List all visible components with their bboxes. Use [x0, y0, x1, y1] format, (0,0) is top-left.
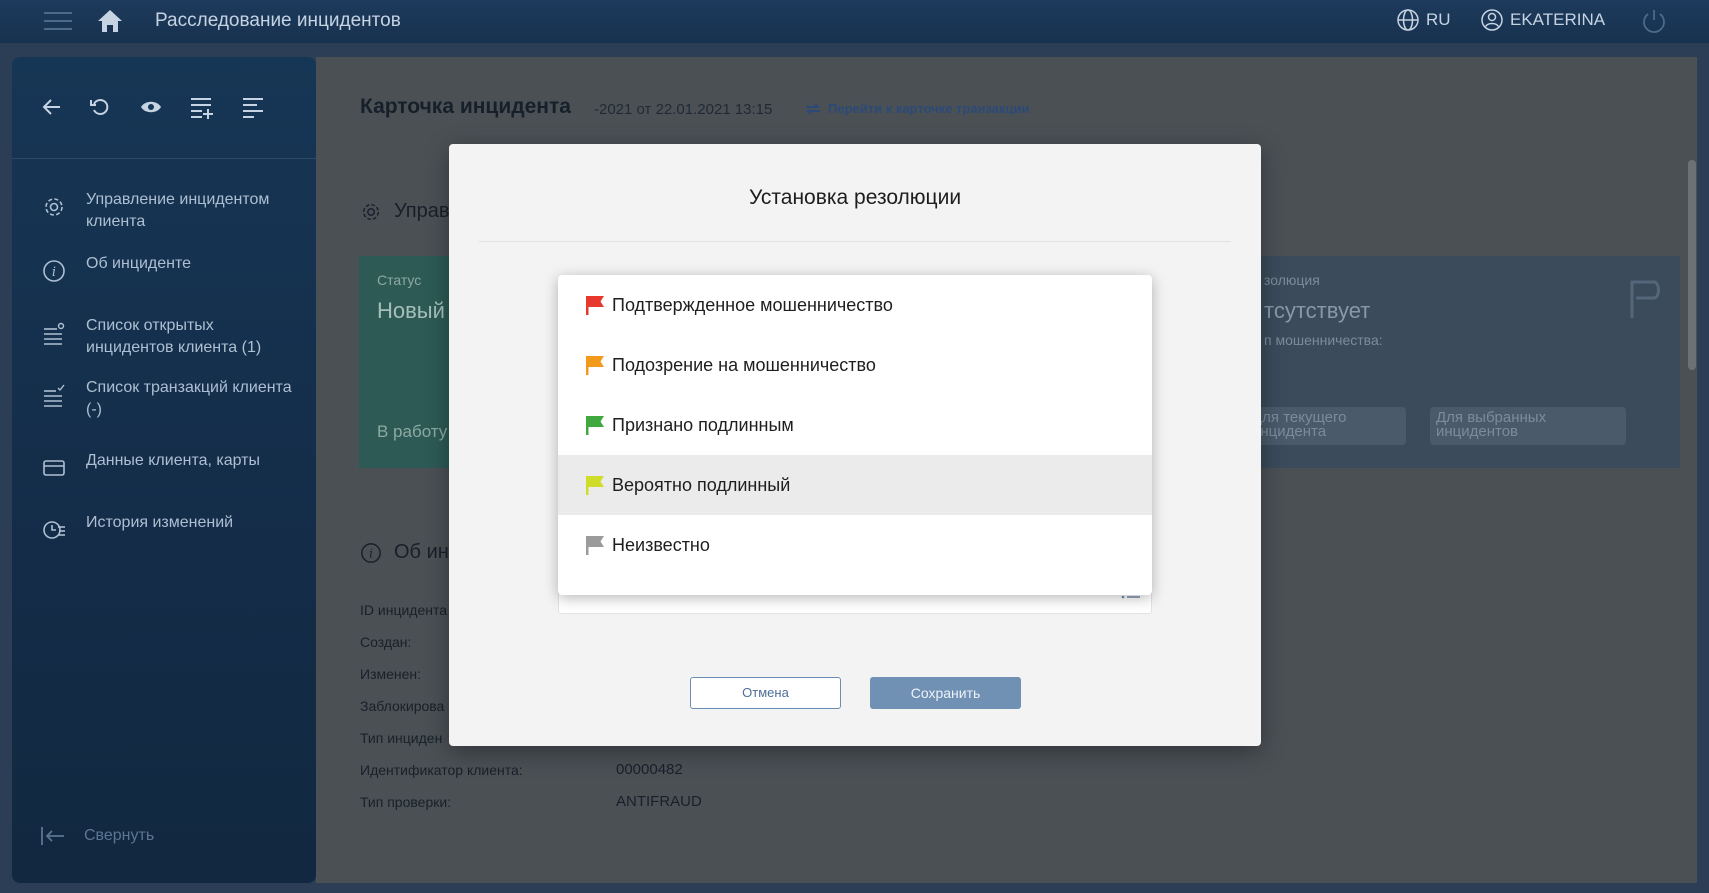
list-icon[interactable] [240, 93, 268, 121]
page-title: Карточка инцидента [360, 95, 571, 118]
fraud-type-label: п мошенничества: [1264, 332, 1383, 348]
option-unknown[interactable]: Неизвестно [558, 515, 1152, 575]
info-label: Тип проверки: [360, 794, 452, 810]
user-name: EKATERINA [1510, 10, 1606, 29]
info-value: ANTIFRAUD [616, 793, 702, 810]
sidebar-item-open-incidents[interactable]: Список открытых инцидентов клиента (1) [40, 315, 300, 359]
section-manage-label: Управ [394, 200, 450, 222]
sidebar-item-label: История изменений [86, 514, 234, 531]
resolution-value: тсутствует [1264, 298, 1371, 323]
option-confirmed-fraud[interactable]: Подтвержденное мошенничество [558, 275, 1152, 335]
flag-icon [586, 416, 604, 435]
user-icon [1481, 9, 1503, 31]
list-add-icon[interactable] [188, 93, 216, 121]
resolution-current-button[interactable]: Для текущего инцидента [1246, 407, 1406, 445]
transfer-icon [805, 102, 821, 115]
option-genuine[interactable]: Признано подлинным [558, 395, 1152, 455]
card-icon [40, 454, 68, 482]
globe-icon [1397, 9, 1419, 31]
collapse-label: Свернуть [84, 827, 155, 844]
home-icon[interactable] [96, 8, 124, 39]
collapse-icon [41, 827, 64, 845]
option-label: Подтвержденное мошенничество [612, 294, 893, 315]
resolution-panel: золюция тсутствует п мошенничества: Для … [1246, 256, 1680, 468]
status-value: Новый [377, 298, 445, 323]
option-suspected-fraud[interactable]: Подозрение на мошенничество [558, 335, 1152, 395]
transaction-link[interactable]: Перейти к карточке транзакции [804, 101, 1029, 116]
list-check-icon [40, 381, 68, 409]
info-label: Создан: [360, 634, 412, 650]
sidebar-item-client-data[interactable]: Данные клиента, карты [40, 450, 300, 482]
refresh-icon[interactable] [86, 93, 114, 121]
option-probably-genuine[interactable]: Вероятно подлинный [558, 455, 1152, 515]
flag-icon [586, 356, 604, 375]
info-label: ID инцидента [360, 602, 448, 618]
info-icon: i [361, 542, 381, 563]
sidebar: Управление инцидентом клиента i Об инцид… [12, 57, 316, 883]
sidebar-item-about[interactable]: i Об инциденте [40, 253, 300, 285]
top-bar: Расследование инцидентов RU EKATERINA [0, 0, 1709, 43]
page-scrollbar[interactable] [1688, 160, 1696, 370]
sidebar-toolbar [12, 57, 316, 159]
svg-text:i: i [52, 265, 56, 280]
flag-icon [586, 296, 604, 315]
gear-icon [40, 193, 68, 221]
app-title: Расследование инцидентов [155, 10, 401, 31]
gear-icon [362, 203, 380, 220]
resolution-dropdown: Подтвержденное мошенничество Подозрение … [558, 275, 1152, 595]
info-label: Изменен: [360, 666, 422, 682]
section-about-title: i Об ин [360, 541, 449, 564]
info-label: Идентификатор клиента: [360, 762, 523, 778]
info-label: Тип инциден [360, 730, 443, 746]
save-button[interactable]: Сохранить [870, 677, 1021, 709]
hamburger-menu-icon[interactable] [44, 6, 72, 36]
flag-icon [1628, 278, 1662, 325]
sidebar-item-history[interactable]: История изменений [40, 512, 300, 544]
svg-text:i: i [369, 546, 373, 560]
sidebar-item-label: Об инциденте [86, 255, 192, 272]
collapse-button[interactable]: Свернуть [40, 825, 154, 847]
flag-icon [586, 536, 604, 555]
modal-divider [479, 241, 1231, 242]
list-settings-icon [40, 319, 68, 347]
sidebar-item-label: Данные клиента, карты [86, 452, 260, 469]
flag-icon [586, 476, 604, 495]
incident-subtitle: -2021 от 22.01.2021 13:15 [594, 101, 773, 118]
resolution-selected-button[interactable]: Для выбранных инцидентов [1430, 407, 1626, 445]
language-label: RU [1426, 10, 1451, 29]
transaction-link-label: Перейти к карточке транзакции [828, 101, 1030, 116]
eye-icon[interactable] [137, 93, 165, 121]
sidebar-item-manage[interactable]: Управление инцидентом клиента [40, 189, 300, 233]
sidebar-item-label: Список открытых инцидентов клиента (1) [86, 317, 262, 356]
section-about-label: Об ин [394, 541, 449, 563]
option-label: Подозрение на мошенничество [612, 354, 876, 375]
option-label: Признано подлинным [612, 414, 794, 435]
info-icon: i [40, 257, 68, 285]
info-value: 00000482 [616, 761, 683, 778]
modal-title: Установка резолюции [748, 186, 962, 209]
resolution-label: золюция [1264, 272, 1320, 288]
option-label: Вероятно подлинный [612, 474, 791, 495]
back-arrow-icon[interactable] [38, 93, 66, 121]
status-label: Статус [377, 272, 422, 288]
sidebar-item-label: Управление инцидентом клиента [86, 191, 270, 230]
history-icon [40, 516, 68, 544]
language-switcher[interactable]: RU [1396, 8, 1451, 32]
sidebar-item-transactions[interactable]: Список транзакций клиента (-) [40, 377, 300, 421]
power-icon[interactable] [1640, 7, 1668, 40]
user-menu[interactable]: EKATERINA [1480, 8, 1605, 32]
info-label: Заблокирова [360, 698, 445, 714]
option-label: Неизвестно [612, 534, 710, 555]
section-manage-title: Управ [360, 200, 450, 223]
cancel-button[interactable]: Отмена [690, 677, 841, 709]
to-work-button[interactable]: В работу [377, 422, 447, 442]
sidebar-item-label: Список транзакций клиента (-) [86, 379, 292, 418]
